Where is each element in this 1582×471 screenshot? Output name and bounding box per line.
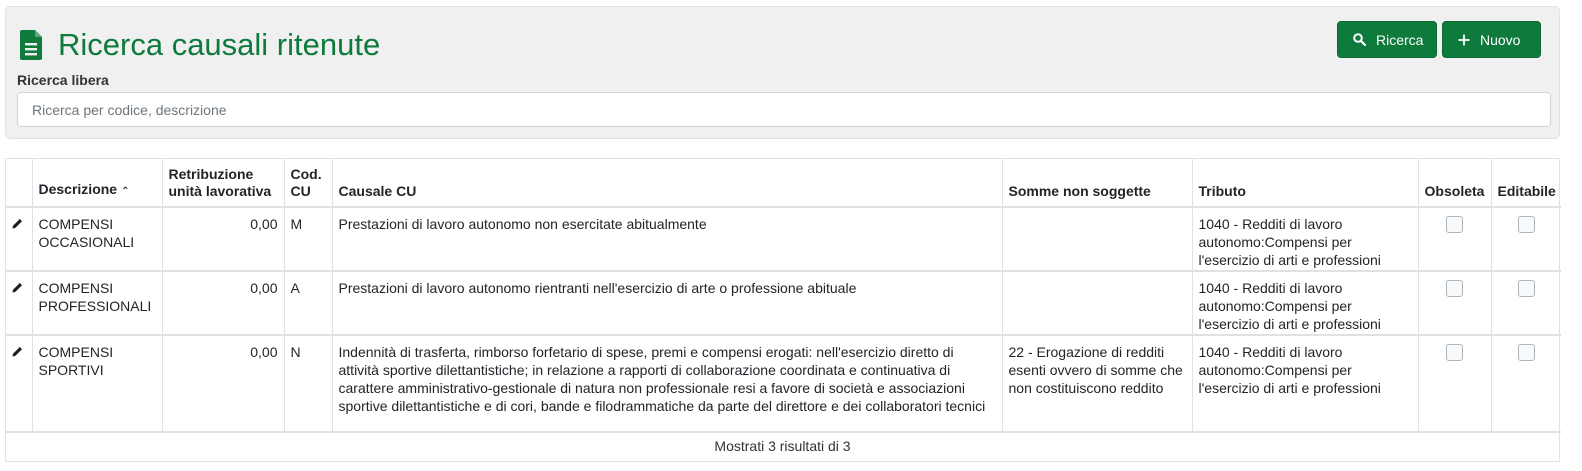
obsoleta-checkbox[interactable]: [1446, 216, 1463, 233]
edit-cell: [6, 335, 33, 432]
cell-somme: [1002, 271, 1193, 335]
header-obsoleta[interactable]: Obsoleta: [1418, 159, 1492, 208]
edit-cell: [6, 271, 33, 335]
search-input[interactable]: [17, 92, 1551, 127]
cell-descrizione: COMPENSI OCCASIONALI: [32, 207, 163, 271]
editabile-checkbox[interactable]: [1517, 344, 1535, 361]
table-row[interactable]: COMPENSI OCCASIONALI 0,00 M Prestazioni …: [6, 207, 1561, 271]
search-icon: [1353, 33, 1366, 46]
pencil-icon[interactable]: [12, 346, 23, 357]
header-edit: [6, 159, 33, 208]
header-tributo[interactable]: Tributo: [1192, 159, 1419, 208]
table-header-row: Descrizione ⌃ Retribuzione unità lavorativ…: [6, 159, 1561, 208]
cell-retribuzione: 0,00: [162, 271, 285, 335]
cell-causale: Indennità di trasferta, rimborso forfeta…: [332, 335, 1003, 432]
cell-retribuzione: 0,00: [162, 207, 285, 271]
cell-descrizione: COMPENSI PROFESSIONALI: [32, 271, 163, 335]
cell-cod-cu: N: [284, 335, 333, 432]
cell-obsoleta: [1418, 271, 1492, 335]
cell-somme: 22 - Erogazione di redditi esenti ovvero…: [1002, 335, 1193, 432]
obsoleta-checkbox[interactable]: [1446, 280, 1463, 297]
title-row: Ricerca causali ritenute: [20, 27, 380, 63]
cell-cod-cu: A: [284, 271, 333, 335]
cell-cod-cu: M: [284, 207, 333, 271]
cell-tributo: 1040 - Redditi di lavoro autonomo:Compen…: [1192, 271, 1419, 335]
header-cod-cu[interactable]: Cod. CU: [284, 159, 333, 208]
document-icon: [20, 30, 42, 60]
sort-asc-icon: ⌃: [121, 186, 130, 197]
cell-editabile: [1491, 207, 1561, 271]
page-title: Ricerca causali ritenute: [58, 27, 381, 62]
search-panel: Ricerca causali ritenute Ricerca Nuovo R…: [5, 6, 1560, 139]
cell-tributo: 1040 - Redditi di lavoro autonomo:Compen…: [1192, 335, 1419, 432]
search-button-label: Ricerca: [1376, 31, 1424, 48]
pencil-icon[interactable]: [12, 218, 23, 229]
cell-causale: Prestazioni di lavoro autonomo rientrant…: [332, 271, 1003, 335]
search-button[interactable]: Ricerca: [1337, 21, 1437, 58]
table-row[interactable]: COMPENSI SPORTIVI 0,00 N Indennità di tr…: [6, 335, 1561, 432]
header-causale[interactable]: Causale CU: [332, 159, 1003, 208]
toolbar: Ricerca Nuovo: [1337, 21, 1541, 58]
editabile-checkbox[interactable]: [1517, 280, 1535, 297]
header-retribuzione[interactable]: Retribuzione unità lavorativa: [162, 159, 285, 208]
search-label: Ricerca libera: [17, 72, 109, 88]
cell-causale: Prestazioni di lavoro autonomo non eserc…: [332, 207, 1003, 271]
header-editabile[interactable]: Editabile: [1491, 159, 1561, 208]
cell-editabile: [1491, 271, 1561, 335]
plus-icon: [1458, 34, 1470, 46]
cell-retribuzione: 0,00: [162, 335, 285, 432]
new-button[interactable]: Nuovo: [1442, 21, 1541, 58]
results-count: Mostrati 3 risultati di 3: [714, 438, 851, 454]
results-table: Descrizione ⌃ Retribuzione unità lavorativ…: [5, 158, 1561, 462]
cell-editabile: [1491, 335, 1561, 432]
edit-cell: [6, 207, 33, 271]
table-row[interactable]: COMPENSI PROFESSIONALI 0,00 A Prestazion…: [6, 271, 1561, 335]
cell-obsoleta: [1418, 207, 1492, 271]
cell-descrizione: COMPENSI SPORTIVI: [32, 335, 163, 432]
new-button-label: Nuovo: [1480, 31, 1521, 48]
cell-obsoleta: [1418, 335, 1492, 432]
pencil-icon[interactable]: [12, 282, 23, 293]
editabile-checkbox[interactable]: [1517, 216, 1535, 233]
obsoleta-checkbox[interactable]: [1446, 344, 1463, 361]
cell-somme: [1002, 207, 1193, 271]
header-descrizione[interactable]: Descrizione ⌃: [32, 159, 163, 208]
header-somme[interactable]: Somme non soggette: [1002, 159, 1193, 208]
cell-tributo: 1040 - Redditi di lavoro autonomo:Compen…: [1192, 207, 1419, 271]
